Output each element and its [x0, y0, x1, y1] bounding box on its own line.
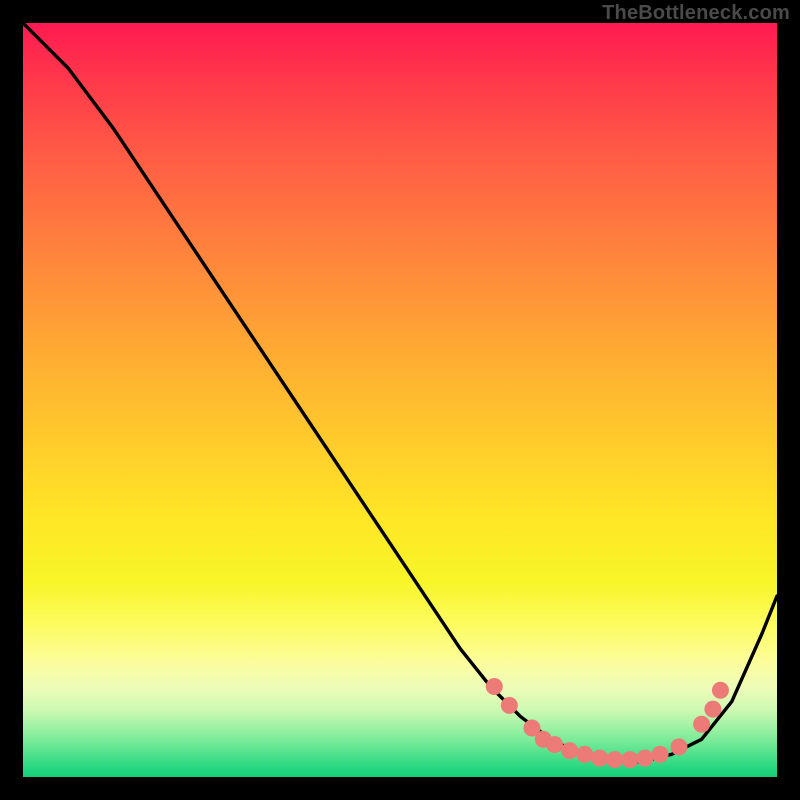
curve-marker	[486, 678, 503, 695]
curve-marker	[606, 751, 623, 768]
marker-group	[486, 678, 729, 768]
bottleneck-curve	[23, 23, 777, 762]
curve-marker	[561, 742, 578, 759]
chart-svg	[23, 23, 777, 777]
watermark-text: TheBottleneck.com	[602, 2, 790, 25]
curve-marker	[652, 746, 669, 763]
curve-marker	[670, 738, 687, 755]
curve-marker	[704, 701, 721, 718]
curve-marker	[712, 682, 729, 699]
curve-marker	[621, 751, 638, 768]
curve-marker	[546, 736, 563, 753]
curve-marker	[591, 750, 608, 767]
chart-stage: TheBottleneck.com	[0, 0, 800, 800]
plot-area	[23, 23, 777, 777]
curve-marker	[693, 716, 710, 733]
curve-marker	[637, 750, 654, 767]
curve-marker	[501, 697, 518, 714]
curve-marker	[576, 746, 593, 763]
